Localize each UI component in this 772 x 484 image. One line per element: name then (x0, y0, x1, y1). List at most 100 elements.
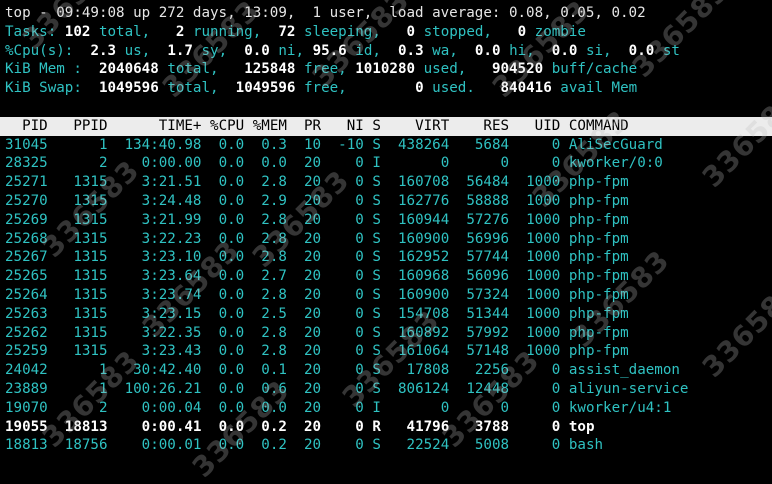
cell-state: S (372, 380, 381, 397)
cell-uid: 0 (517, 362, 561, 379)
cell-ni: 0 (329, 192, 364, 209)
cpu-sy-label: sy, (201, 42, 228, 59)
tasks-line: Tasks: 102 total, 2 running, 72 sleeping… (5, 23, 772, 42)
tasks-zombie: 0 (517, 23, 527, 40)
process-row[interactable]: 25271 1315 3:21.51 0.0 2.8 20 0 S 160708… (5, 173, 772, 192)
cell-pr: 20 (295, 324, 322, 341)
column-header-pid[interactable]: PID (5, 118, 48, 134)
cell-time: 3:21.99 (116, 211, 202, 228)
cell-ni: 0 (329, 324, 364, 341)
terminal-window[interactable]: top - 09:49:08 up 272 days, 13:09, 1 use… (0, 4, 772, 456)
cell-ppid: 2 (56, 155, 108, 172)
cpu-st: 0.0 (628, 42, 655, 59)
cell-command: bash (568, 437, 697, 454)
process-table-body[interactable]: 31045 1 134:40.98 0.0 0.3 10 -10 S 43826… (5, 136, 772, 456)
cell-pid: 31045 (5, 136, 48, 153)
cell-pr: 20 (295, 437, 322, 454)
column-header-uid[interactable]: UID (518, 118, 561, 134)
process-row[interactable]: 31045 1 134:40.98 0.0 0.3 10 -10 S 43826… (5, 136, 772, 155)
process-row[interactable]: 25269 1315 3:21.99 0.0 2.8 20 0 S 160944… (5, 211, 772, 230)
cell-pr: 20 (295, 305, 322, 322)
column-header-ni[interactable]: NI (330, 118, 364, 134)
cell-mem: 0.0 (252, 399, 287, 416)
process-row[interactable]: 25270 1315 3:24.48 0.0 2.9 20 0 S 162776… (5, 192, 772, 211)
cell-pid: 24042 (5, 362, 48, 379)
process-row[interactable]: 25267 1315 3:23.10 0.0 2.8 20 0 S 162952… (5, 248, 772, 267)
process-row[interactable]: 25262 1315 3:22.35 0.0 2.8 20 0 S 160892… (5, 324, 772, 343)
process-row[interactable]: 18813 18756 0:00.01 0.0 0.2 20 0 S 22524… (5, 436, 772, 455)
cell-ppid: 1 (56, 136, 108, 153)
cell-ni: 0 (329, 268, 364, 285)
process-row[interactable]: 19070 2 0:00.04 0.0 0.0 20 0 I 0 0 0 kwo… (5, 399, 772, 418)
process-row[interactable]: 25268 1315 3:22.23 0.0 2.8 20 0 S 160900… (5, 230, 772, 249)
cell-virt: 154708 (389, 305, 450, 322)
cell-virt: 17808 (389, 362, 450, 379)
cell-mem: 0.2 (252, 418, 287, 435)
cell-command: php-fpm (568, 230, 697, 247)
mem-total: 2040648 (98, 61, 159, 78)
cell-mem: 2.8 (252, 343, 287, 360)
process-row[interactable]: 25265 1315 3:23.64 0.0 2.7 20 0 S 160968… (5, 267, 772, 286)
cell-pid: 25267 (5, 249, 48, 266)
process-row[interactable]: 25259 1315 3:23.43 0.0 2.8 20 0 S 161064… (5, 342, 772, 361)
column-header-pr[interactable]: PR (295, 118, 321, 134)
tasks-stopped-label: stopped, (423, 23, 492, 40)
swap-avail: 840416 (500, 80, 552, 97)
column-header-state[interactable]: S (372, 118, 381, 134)
cell-pr: 20 (295, 343, 322, 360)
cell-cpu: 0.0 (210, 324, 245, 341)
cell-ni: 0 (329, 230, 364, 247)
cell-virt: 160900 (389, 286, 450, 303)
cell-time: 3:23.64 (116, 268, 202, 285)
cell-uid: 0 (517, 136, 561, 153)
cell-res: 57744 (457, 249, 510, 266)
cell-ni: 0 (329, 418, 364, 435)
cell-res: 58888 (457, 192, 510, 209)
column-header-mem[interactable]: %MEM (253, 118, 287, 134)
column-header-time[interactable]: TIME+ (116, 118, 202, 134)
swap-free: 1049596 (235, 80, 296, 97)
cell-command: php-fpm (568, 174, 697, 191)
cell-state: S (372, 192, 381, 209)
cell-ppid: 1315 (56, 230, 108, 247)
cell-virt: 160900 (389, 230, 450, 247)
process-row[interactable]: 19055 18813 0:00.41 0.0 0.2 20 0 R 41796… (5, 418, 772, 437)
column-header-ppid[interactable]: PPID (56, 118, 107, 134)
process-row[interactable]: 25263 1315 3:23.15 0.0 2.5 20 0 S 154708… (5, 305, 772, 324)
swap-used-label: used. (432, 80, 475, 97)
cell-pid: 28325 (5, 155, 48, 172)
cell-uid: 1000 (517, 249, 561, 266)
cell-pr: 20 (295, 399, 322, 416)
process-table-header[interactable]: PID PPID TIME+ %CPU %MEM PR NI S VIRT RE… (0, 116, 772, 136)
cell-virt: 22524 (389, 437, 450, 454)
mem-used: 1010280 (355, 61, 416, 78)
cell-pr: 20 (295, 211, 322, 228)
column-header-cpu[interactable]: %CPU (210, 118, 244, 134)
cell-command: php-fpm (568, 249, 697, 266)
column-header-virt[interactable]: VIRT (389, 118, 449, 134)
process-row[interactable]: 28325 2 0:00.00 0.0 0.0 20 0 I 0 0 0 kwo… (5, 154, 772, 173)
tasks-running: 2 (175, 23, 185, 40)
cell-ppid: 1315 (56, 211, 108, 228)
cell-ni: 0 (329, 286, 364, 303)
cell-uid: 0 (517, 380, 561, 397)
cell-ppid: 1 (56, 380, 108, 397)
cell-virt: 41796 (389, 418, 450, 435)
process-row[interactable]: 25264 1315 3:23.74 0.0 2.8 20 0 S 160900… (5, 286, 772, 305)
cell-mem: 2.5 (252, 305, 287, 322)
cell-pid: 25262 (5, 324, 48, 341)
cell-state: R (372, 418, 381, 435)
process-row[interactable]: 24042 1 30:42.40 0.0 0.1 20 0 S 17808 22… (5, 361, 772, 380)
cell-pr: 20 (295, 174, 322, 191)
cpu-us-label: us, (124, 42, 151, 59)
cell-time: 3:24.48 (116, 192, 202, 209)
cell-cpu: 0.0 (210, 380, 245, 397)
column-header-res[interactable]: RES (458, 118, 509, 134)
tasks-sleeping-label: sleeping, (304, 23, 381, 40)
process-row[interactable]: 23889 1 100:26.21 0.0 0.6 20 0 S 806124 … (5, 380, 772, 399)
cell-cpu: 0.0 (210, 343, 245, 360)
cell-ni: 0 (329, 380, 364, 397)
cell-res: 57992 (457, 324, 510, 341)
column-header-command[interactable]: COMMAND (569, 118, 697, 134)
cell-res: 57276 (457, 211, 510, 228)
